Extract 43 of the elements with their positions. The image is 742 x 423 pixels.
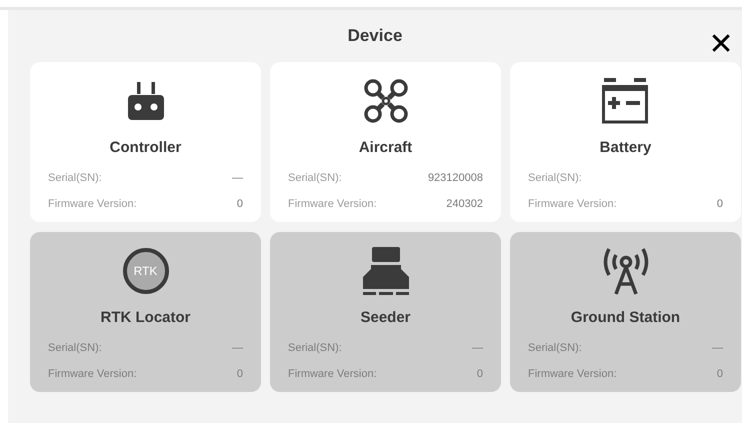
serial-label: Serial(SN): xyxy=(48,170,102,186)
rtk-icon: RTK xyxy=(122,248,168,294)
device-name: Battery xyxy=(600,138,652,158)
device-card[interactable]: Controller Serial(SN): — Firmware Version: 0 xyxy=(30,62,261,222)
serial-value: 923120008 xyxy=(428,170,483,186)
device-card[interactable]: Seeder Serial(SN): — Firmware Version: 0 xyxy=(270,232,501,392)
firmware-label: Firmware Version: xyxy=(48,197,137,212)
device-card[interactable]: Ground Station Serial(SN): — Firmware Version: 0 xyxy=(510,232,741,392)
firmware-label: Firmware Version: xyxy=(48,367,137,382)
signal-tower-icon xyxy=(602,247,650,295)
seeder-icon xyxy=(362,247,408,295)
firmware-value: 0 xyxy=(716,197,723,212)
device-name: Controller xyxy=(110,138,182,158)
device-name: Seeder xyxy=(360,308,411,328)
firmware-value: 0 xyxy=(236,367,243,382)
device-card[interactable]: RTK RTK Locator Serial(SN): — Firmware Version: 0 xyxy=(30,232,261,392)
firmware-value: 0 xyxy=(716,367,723,382)
serial-value: — xyxy=(232,170,243,186)
device-name: Ground Station xyxy=(570,308,680,328)
serial-label: Serial(SN): xyxy=(528,340,582,356)
firmware-value: 0 xyxy=(476,367,483,382)
device-card[interactable]: Aircraft Serial(SN): 923120008 Firmware Version: 240302 xyxy=(270,62,501,222)
device-name: RTK Locator xyxy=(100,308,190,328)
serial-label: Serial(SN): xyxy=(288,340,342,356)
firmware-label: Firmware Version: xyxy=(528,197,617,212)
firmware-value: 240302 xyxy=(446,197,483,212)
serial-value: — xyxy=(712,340,723,356)
device-name: Aircraft xyxy=(358,138,412,158)
battery-icon xyxy=(602,78,650,124)
firmware-label: Firmware Version: xyxy=(288,197,377,212)
dialog-title: Device xyxy=(348,25,402,47)
firmware-label: Firmware Version: xyxy=(288,367,377,382)
firmware-label: Firmware Version: xyxy=(528,367,617,382)
close-button[interactable]: ✕ xyxy=(704,28,738,62)
serial-label: Serial(SN): xyxy=(288,170,342,186)
firmware-value: 0 xyxy=(236,197,243,212)
serial-label: Serial(SN): xyxy=(48,340,102,356)
serial-label: Serial(SN): xyxy=(528,170,582,186)
serial-value: — xyxy=(472,340,483,356)
serial-value: — xyxy=(232,340,243,356)
remote-controller-icon xyxy=(128,82,164,120)
drone-icon xyxy=(362,78,408,124)
device-card[interactable]: Battery Serial(SN): Firmware Version: 0 xyxy=(510,62,741,222)
